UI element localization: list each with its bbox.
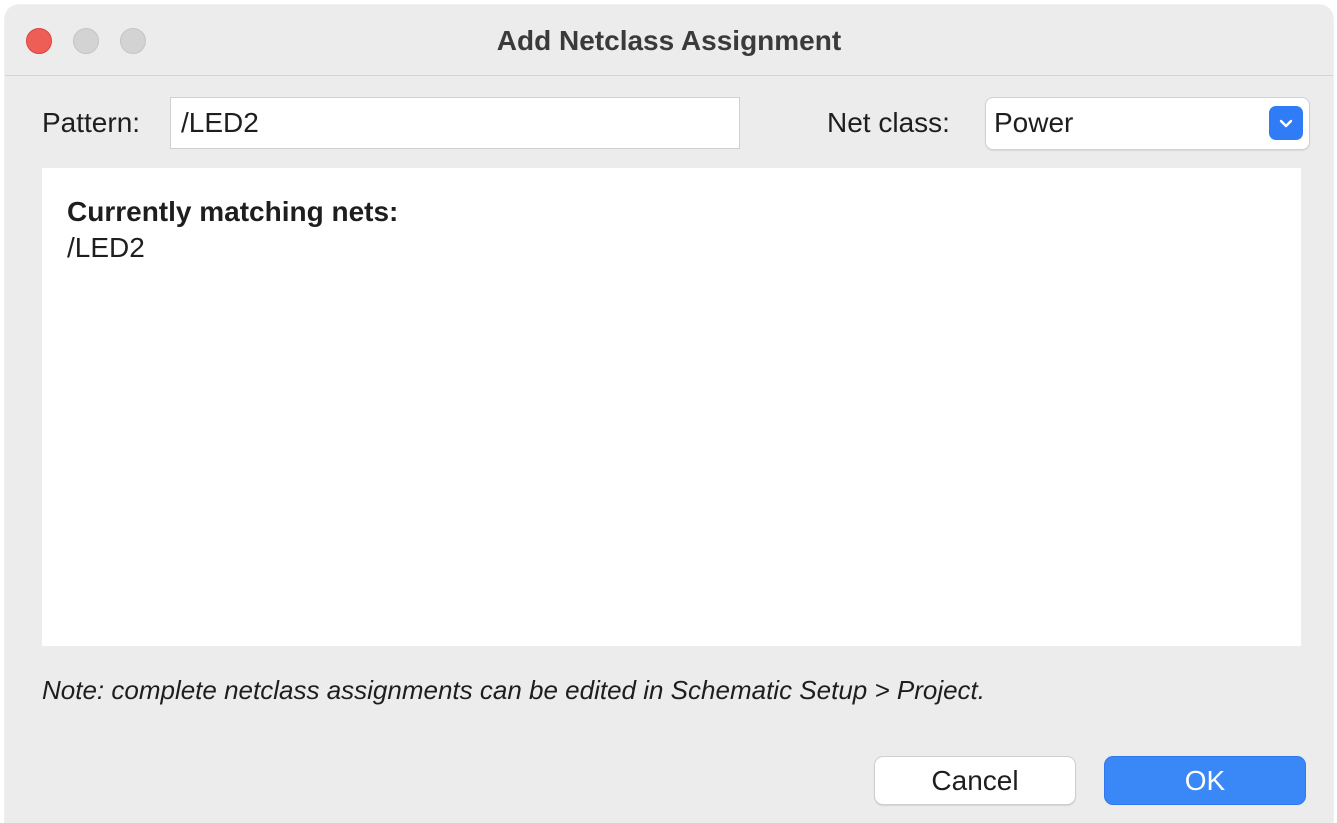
ok-button[interactable]: OK bbox=[1104, 756, 1306, 805]
pattern-label: Pattern: bbox=[42, 107, 141, 138]
title-bar: Add Netclass Assignment bbox=[5, 5, 1333, 76]
cancel-button[interactable]: Cancel bbox=[874, 756, 1076, 805]
matching-nets-heading: Currently matching nets: bbox=[67, 196, 399, 227]
chevron-down-icon[interactable] bbox=[1269, 106, 1303, 140]
netclass-label: Net class: bbox=[827, 107, 950, 138]
pattern-input[interactable]: /LED2 bbox=[170, 97, 740, 149]
matching-nets-panel: Currently matching nets: /LED2 bbox=[42, 168, 1301, 646]
matching-net-item: /LED2 bbox=[67, 232, 145, 263]
netclass-select[interactable]: Power bbox=[985, 97, 1310, 150]
window-title: Add Netclass Assignment bbox=[496, 25, 842, 56]
dialog-window: Add Netclass Assignment Pattern: /LED2 N… bbox=[5, 5, 1333, 823]
netclass-selected-value: Power bbox=[994, 107, 1074, 138]
note-text: Note: complete netclass assignments can … bbox=[42, 675, 986, 705]
